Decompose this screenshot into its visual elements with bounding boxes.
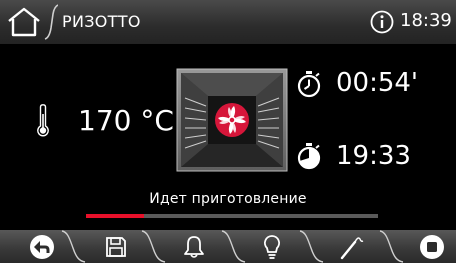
stop-icon [420, 235, 444, 259]
stop-button[interactable] [414, 232, 450, 262]
toolbar-divider [299, 230, 324, 263]
progress-bar [86, 214, 378, 218]
light-icon [264, 235, 280, 259]
info-icon[interactable] [370, 10, 394, 34]
alarm-button[interactable] [176, 232, 212, 262]
header-divider [44, 4, 58, 40]
toolbar-divider [379, 230, 404, 263]
toolbar-divider [61, 230, 86, 263]
temperature-value[interactable]: 170 °C [78, 104, 174, 137]
toolbar-divider [221, 230, 246, 263]
probe-icon [340, 237, 364, 260]
end-time-icon [297, 143, 321, 170]
clock: 18:39 [400, 10, 452, 31]
thermometer-icon [37, 104, 49, 137]
oven-chamber-icon [176, 68, 288, 172]
bottom-toolbar [0, 230, 456, 263]
back-button[interactable] [24, 232, 60, 262]
page-title: РИЗОТТО [62, 12, 141, 31]
save-icon [106, 237, 126, 257]
save-button[interactable] [98, 232, 134, 262]
light-button[interactable] [254, 232, 290, 262]
end-time-value[interactable]: 19:33 [336, 141, 411, 171]
progress-fill [86, 214, 145, 218]
home-icon[interactable] [6, 6, 42, 38]
header-bar: РИЗОТТО 18:39 [0, 0, 456, 44]
back-icon [30, 235, 54, 259]
probe-button[interactable] [334, 232, 370, 262]
toolbar-divider [141, 230, 166, 263]
status-message: Идет приготовление [149, 191, 307, 207]
cook-duration-value[interactable]: 00:54' [336, 68, 418, 98]
stopwatch-icon [297, 71, 321, 98]
bell-icon [184, 236, 204, 258]
